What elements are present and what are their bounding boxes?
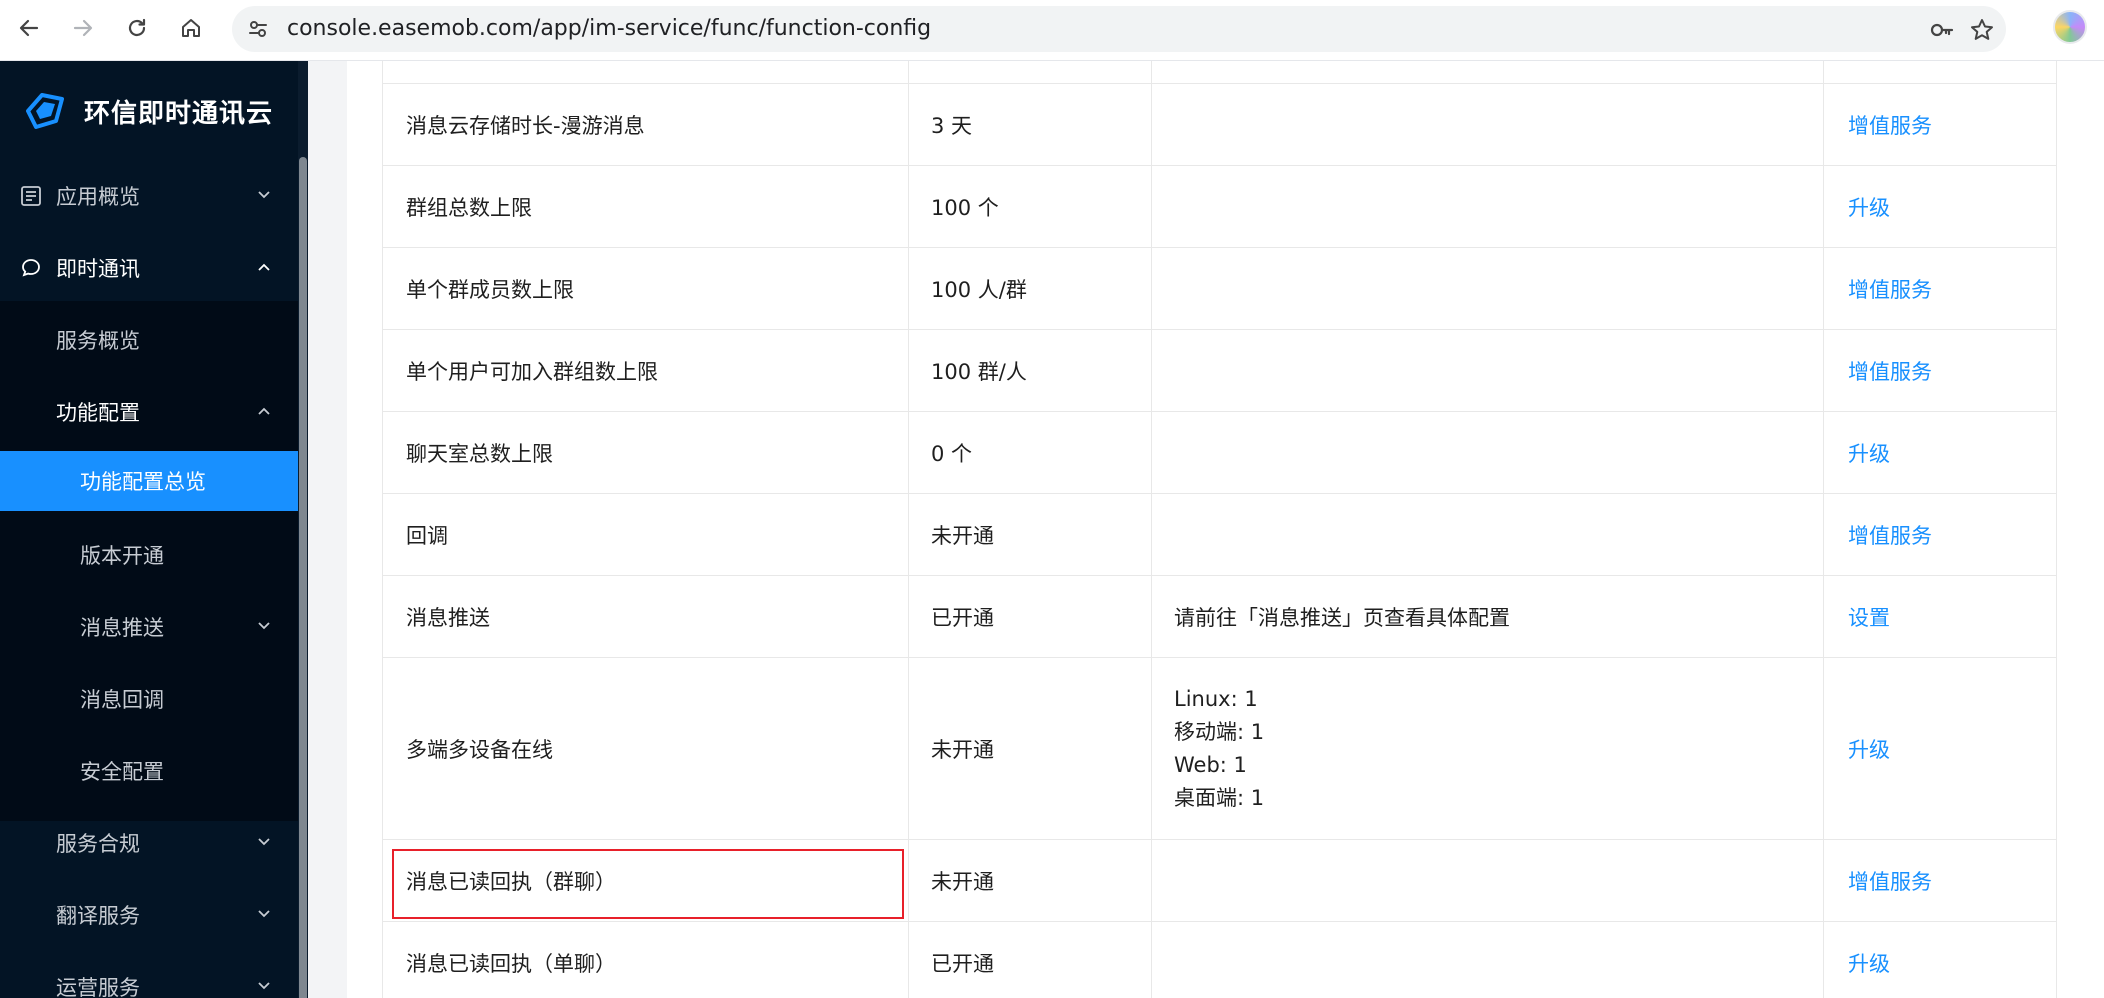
chat-icon: [22, 259, 40, 277]
sidebar-item-label: 消息回调: [80, 688, 164, 712]
back-arrow-icon[interactable]: [13, 12, 45, 44]
brand-name: 环信即时通讯云: [84, 98, 274, 129]
action-link[interactable]: 增值服务: [1848, 330, 1932, 411]
sidebar-item-function-config-overview[interactable]: 功能配置总览: [0, 451, 298, 511]
password-key-icon[interactable]: [1929, 17, 1955, 43]
forward-arrow-icon[interactable]: [67, 12, 99, 44]
action-link[interactable]: 升级: [1848, 166, 1890, 247]
sidebar-item-label: 消息推送: [80, 616, 164, 640]
feature-note: Linux: 1 移动端: 1 Web: 1 桌面端: 1: [1174, 658, 1264, 839]
action-link[interactable]: 增值服务: [1848, 84, 1932, 165]
action-link[interactable]: 升级: [1848, 922, 1890, 998]
table-row: 消息云存储时长-漫游消息 3 天 增值服务: [382, 84, 2057, 166]
function-config-table: 消息云存储时长-漫游消息 3 天 增值服务 群组总数上限 100 个 升级 单个…: [347, 61, 2104, 998]
sidebar-item-label: 服务合规: [56, 832, 140, 856]
sidebar-item-instant-messaging[interactable]: 即时通讯: [0, 232, 298, 304]
sidebar-item-security-config[interactable]: 安全配置: [0, 735, 298, 807]
browser-toolbar: console.easemob.com/app/im-service/func/…: [0, 0, 2104, 61]
reload-icon[interactable]: [121, 12, 153, 44]
url-text[interactable]: console.easemob.com/app/im-service/func/…: [287, 6, 931, 52]
feature-name: 单个群成员数上限: [406, 277, 574, 302]
feature-name: 消息云存储时长-漫游消息: [406, 113, 645, 138]
sidebar-item-label: 翻译服务: [56, 904, 140, 928]
feature-value: 已开通: [931, 951, 994, 976]
sidebar-item-label: 即时通讯: [56, 257, 140, 281]
device-limit-mobile: 移动端: 1: [1174, 719, 1265, 744]
sidebar-item-label: 安全配置: [80, 760, 164, 784]
easemob-logo-icon: [26, 93, 64, 129]
home-icon[interactable]: [175, 12, 207, 44]
sidebar-item-service-compliance[interactable]: 服务合规: [0, 807, 298, 879]
chevron-down-icon: [258, 982, 270, 990]
sidebar: 环信即时通讯云 应用概览 即时通讯 服务概览 功能配置 功能配置总览 版本开通: [0, 61, 308, 998]
action-link[interactable]: 升级: [1848, 658, 1890, 839]
action-link[interactable]: 升级: [1848, 412, 1890, 493]
feature-value: 已开通: [931, 605, 994, 630]
sidebar-item-version-activation[interactable]: 版本开通: [0, 519, 298, 591]
sidebar-item-label: 功能配置总览: [80, 470, 206, 494]
profile-avatar[interactable]: [2053, 10, 2087, 44]
sidebar-item-function-config[interactable]: 功能配置: [0, 376, 298, 448]
sidebar-item-app-overview[interactable]: 应用概览: [0, 160, 298, 232]
sidebar-item-label: 应用概览: [56, 185, 140, 209]
feature-value: 3 天: [931, 113, 973, 138]
device-limit-desktop: 桌面端: 1: [1174, 785, 1265, 810]
chevron-up-icon: [258, 263, 270, 271]
device-limit-linux: Linux: 1: [1174, 686, 1258, 711]
feature-value: 未开通: [931, 523, 994, 548]
device-limit-web: Web: 1: [1174, 752, 1247, 777]
action-link[interactable]: 增值服务: [1848, 494, 1932, 575]
chevron-up-icon: [258, 407, 270, 415]
feature-value: 未开通: [931, 737, 994, 762]
action-link[interactable]: 增值服务: [1848, 840, 1932, 921]
sidebar-item-message-push[interactable]: 消息推送: [0, 591, 298, 663]
table-row: 消息已读回执（群聊） 未开通 增值服务: [382, 840, 2057, 922]
feature-note: 请前往「消息推送」页查看具体配置: [1174, 605, 1510, 630]
sidebar-scrollbar-thumb[interactable]: [299, 157, 307, 998]
table-row: 消息推送 已开通 请前往「消息推送」页查看具体配置 设置: [382, 576, 2057, 658]
action-link[interactable]: 增值服务: [1848, 248, 1932, 329]
chevron-down-icon: [258, 622, 270, 630]
brand-logo[interactable]: 环信即时通讯云: [20, 87, 273, 135]
table-row: 回调 未开通 增值服务: [382, 494, 2057, 576]
table-row: [382, 61, 2057, 84]
feature-name: 回调: [406, 523, 448, 548]
bookmark-star-icon[interactable]: [1969, 17, 1995, 43]
sidebar-item-service-overview[interactable]: 服务概览: [0, 304, 298, 376]
feature-name: 聊天室总数上限: [406, 441, 553, 466]
feature-name: 消息已读回执（群聊）: [406, 869, 616, 894]
dashboard-icon: [21, 186, 41, 206]
feature-name: 群组总数上限: [406, 195, 532, 220]
sidebar-item-label: 版本开通: [80, 544, 164, 568]
feature-value: 100 群/人: [931, 359, 1027, 384]
chevron-down-icon: [258, 838, 270, 846]
feature-name: 消息已读回执（单聊）: [406, 951, 616, 976]
table-row: 单个群成员数上限 100 人/群 增值服务: [382, 248, 2057, 330]
sidebar-item-label: 功能配置: [56, 401, 140, 425]
feature-value: 100 人/群: [931, 277, 1027, 302]
chevron-down-icon: [258, 191, 270, 199]
feature-value: 未开通: [931, 869, 994, 894]
table-row: 群组总数上限 100 个 升级: [382, 166, 2057, 248]
table-row: 聊天室总数上限 0 个 升级: [382, 412, 2057, 494]
feature-name: 多端多设备在线: [406, 737, 553, 762]
feature-name: 单个用户可加入群组数上限: [406, 359, 658, 384]
table-row: 单个用户可加入群组数上限 100 群/人 增值服务: [382, 330, 2057, 412]
address-bar[interactable]: console.easemob.com/app/im-service/func/…: [232, 6, 2006, 52]
feature-value: 100 个: [931, 195, 999, 220]
sidebar-item-translation-service[interactable]: 翻译服务: [0, 879, 298, 951]
table-row: 消息已读回执（单聊） 已开通 升级: [382, 922, 2057, 998]
feature-value: 0 个: [931, 441, 973, 466]
action-link[interactable]: 设置: [1848, 576, 1890, 657]
table-row: 多端多设备在线 未开通 Linux: 1 移动端: 1 Web: 1 桌面端: …: [382, 658, 2057, 840]
chevron-down-icon: [258, 910, 270, 918]
sidebar-item-label: 服务概览: [56, 329, 140, 353]
sidebar-item-label: 运营服务: [56, 976, 140, 998]
sidebar-item-operation-service[interactable]: 运营服务: [0, 951, 298, 998]
sidebar-item-message-callback[interactable]: 消息回调: [0, 663, 298, 735]
site-settings-icon[interactable]: [246, 17, 270, 41]
feature-name: 消息推送: [406, 605, 490, 630]
